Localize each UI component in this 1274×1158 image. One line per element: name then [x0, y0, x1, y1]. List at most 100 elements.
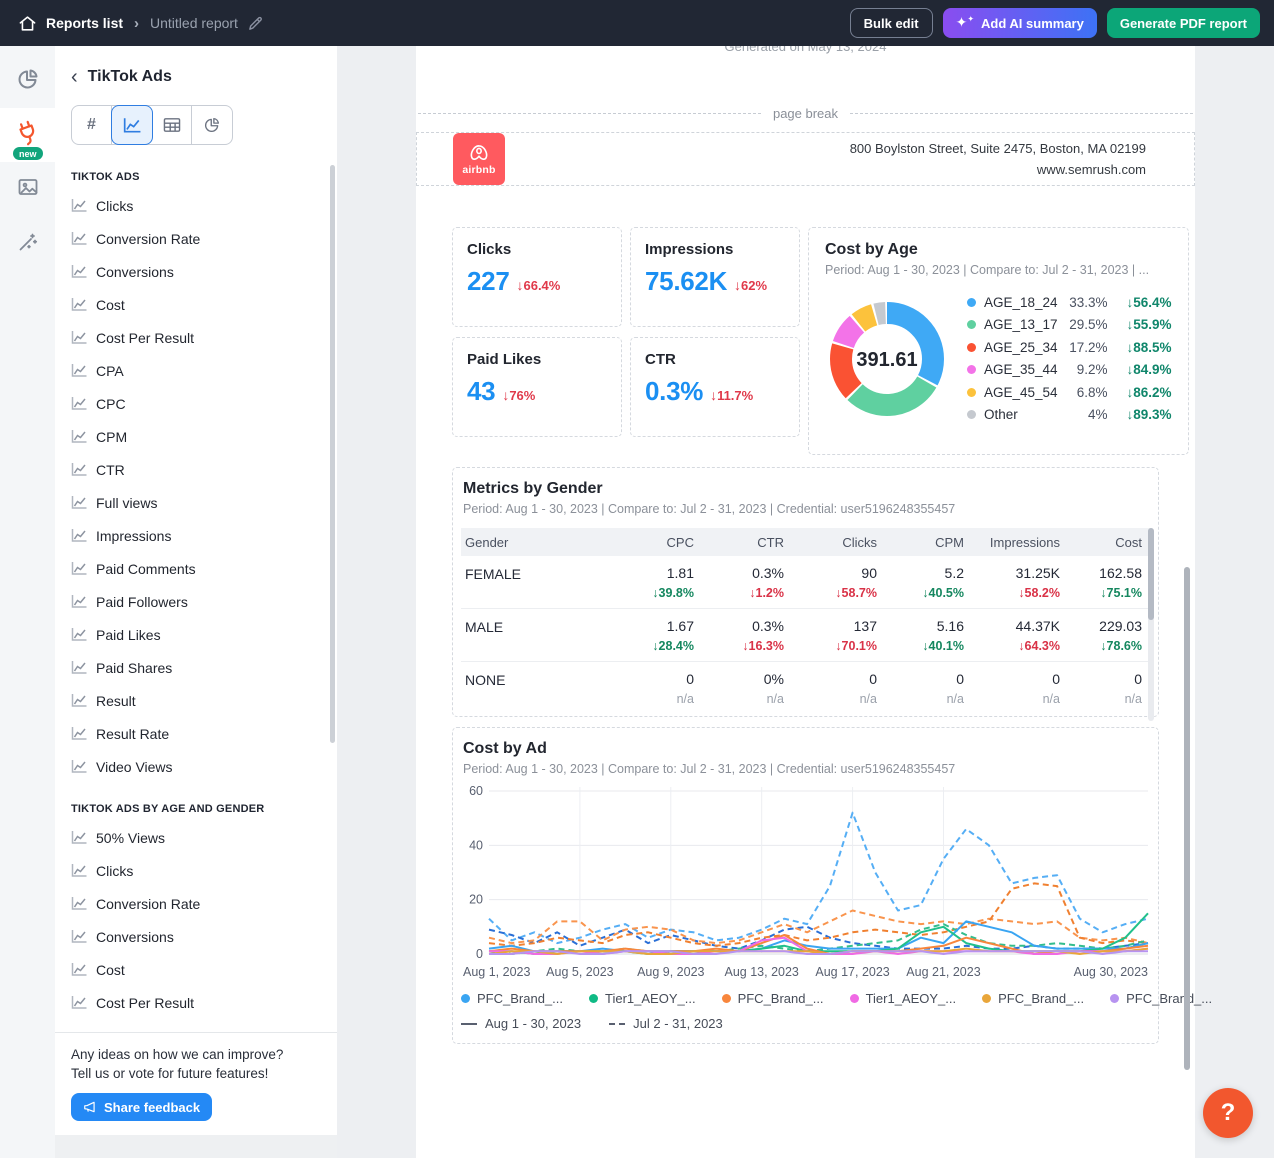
sidebar-item-clicks[interactable]: Clicks — [71, 854, 337, 887]
sidebar-item-video-views[interactable]: Video Views — [71, 750, 337, 783]
bulk-edit-button[interactable]: Bulk edit — [850, 8, 933, 38]
period-legend-aug-1-30-2023[interactable]: Aug 1 - 30, 2023 — [461, 1016, 581, 1031]
column-header-gender[interactable]: Gender — [461, 535, 611, 550]
legend-item-pfc-brand[interactable]: PFC_Brand_... — [722, 991, 824, 1006]
column-header-cpm[interactable]: CPM — [883, 535, 970, 550]
widget-type-toggle: # — [71, 105, 233, 145]
sidebar-item-cpc[interactable]: CPC — [71, 387, 337, 420]
sidebar-item-conversion-rate[interactable]: Conversion Rate — [71, 222, 337, 255]
rail-item-analytics[interactable] — [0, 54, 55, 108]
sidebar-item-cost-per-result[interactable]: Cost Per Result — [71, 986, 337, 1019]
x-label-aug-1-2023: Aug 1, 2023 — [463, 965, 530, 979]
donut-legend-row-age-35-44: AGE_35_449.2%↓84.9% — [967, 359, 1172, 382]
y-tick-label: 20 — [469, 893, 483, 907]
cost-by-ad-widget[interactable]: Cost by Ad Period: Aug 1 - 30, 2023 | Co… — [452, 727, 1159, 1044]
chart-line-icon — [71, 627, 87, 642]
y-tick-label: 60 — [469, 784, 483, 798]
table-scrollbar[interactable] — [1148, 528, 1154, 721]
legend-item-pfc-brand[interactable]: PFC_Brand_... — [1110, 991, 1212, 1006]
kpi-widget-ctr[interactable]: CTR0.3%↓11.7% — [630, 337, 800, 437]
column-header-impressions[interactable]: Impressions — [970, 535, 1066, 550]
cost-by-age-widget[interactable]: Cost by Age Period: Aug 1 - 30, 2023 | C… — [808, 227, 1189, 455]
airbnb-logo: airbnb — [453, 133, 505, 185]
sidebar-item-clicks[interactable]: Clicks — [71, 189, 337, 222]
sidebar-item-result[interactable]: Result — [71, 684, 337, 717]
cell-change: ↓39.8% — [617, 586, 694, 600]
main-scrollbar[interactable] — [1184, 567, 1190, 1070]
column-header-clicks[interactable]: Clicks — [790, 535, 883, 550]
sidebar-item-impressions[interactable]: Impressions — [71, 519, 337, 552]
sidebar-item-full-views[interactable]: Full views — [71, 486, 337, 519]
sidebar-item-result-rate[interactable]: Result Rate — [71, 717, 337, 750]
company-website: www.semrush.com — [850, 159, 1146, 180]
sidebar-item-paid-comments[interactable]: Paid Comments — [71, 552, 337, 585]
sidebar-scrollbar[interactable] — [330, 165, 335, 743]
sidebar-item-ctr[interactable]: CTR — [71, 453, 337, 486]
sidebar-item-cost[interactable]: Cost — [71, 288, 337, 321]
toggle-line-chart-widget[interactable] — [111, 105, 153, 145]
period-legend-jul-2-31-2023[interactable]: Jul 2 - 31, 2023 — [609, 1016, 723, 1031]
pie-chart-icon — [16, 67, 40, 96]
edit-title-icon[interactable] — [247, 15, 264, 32]
sidebar-item-conversions[interactable]: Conversions — [71, 920, 337, 953]
sidebar-item-cpa[interactable]: CPA — [71, 354, 337, 387]
legend-item-tier1-aeoy[interactable]: Tier1_AEOY_... — [850, 991, 957, 1006]
help-button[interactable]: ? — [1203, 1088, 1253, 1138]
sidebar-item-label: Video Views — [96, 759, 173, 775]
rail-item-images[interactable] — [0, 162, 55, 216]
toggle-number-widget[interactable]: # — [72, 106, 112, 144]
sidebar-item-label: CPM — [96, 429, 127, 445]
breadcrumb-reports-list[interactable]: Reports list — [46, 15, 123, 31]
sidebar-item-conversion-rate[interactable]: Conversion Rate — [71, 887, 337, 920]
toggle-table-widget[interactable] — [152, 106, 192, 144]
report-title[interactable]: Untitled report — [150, 15, 238, 31]
arrow-down-icon: ↓ — [516, 277, 523, 293]
period-legend: Aug 1 - 30, 2023 Jul 2 - 31, 2023 — [461, 1016, 1150, 1031]
table-row-female[interactable]: FEMALE1.81↓39.8%0.3%↓1.2%90↓58.7%5.2↓40.… — [461, 556, 1150, 609]
toggle-pie-chart-widget[interactable] — [192, 106, 232, 144]
kpi-widget-impressions[interactable]: Impressions75.62K↓62% — [630, 227, 800, 327]
rail-item-integrations[interactable]: new — [0, 108, 55, 162]
back-icon[interactable]: ‹ — [71, 69, 78, 85]
sidebar-item-cpm[interactable]: CPM — [71, 420, 337, 453]
sidebar-item-paid-followers[interactable]: Paid Followers — [71, 585, 337, 618]
legend-item-pfc-brand[interactable]: PFC_Brand_... — [461, 991, 563, 1006]
cell-value: 0 — [796, 671, 877, 687]
home-icon[interactable] — [18, 14, 37, 33]
share-feedback-button[interactable]: Share feedback — [71, 1093, 212, 1121]
table-row-none[interactable]: NONE0n/a0%n/a0n/a0n/a0n/a0n/a — [461, 662, 1150, 714]
column-header-ctr[interactable]: CTR — [700, 535, 790, 550]
legend-percent: 9.2% — [1058, 362, 1108, 377]
rail-item-tools[interactable] — [0, 216, 55, 270]
sidebar-item-label: Conversion Rate — [96, 896, 200, 912]
cell-change: n/a — [617, 692, 694, 706]
legend-item-tier1-aeoy[interactable]: Tier1_AEOY_... — [589, 991, 696, 1006]
chart-line-icon — [71, 594, 87, 609]
sidebar-item-cost[interactable]: Cost — [71, 953, 337, 986]
generate-pdf-button[interactable]: Generate PDF report — [1107, 8, 1260, 38]
report-canvas[interactable]: Generated on May 13, 2024 page break air… — [337, 46, 1274, 1158]
report-header-widget[interactable]: airbnb 800 Boylston Street, Suite 2475, … — [416, 132, 1195, 186]
sidebar-item-label: Paid Followers — [96, 594, 188, 610]
sidebar-item-cost-per-result[interactable]: Cost Per Result — [71, 321, 337, 354]
arrow-down-icon: ↓ — [1100, 639, 1106, 653]
kpi-widget-paid-likes[interactable]: Paid Likes43↓76% — [452, 337, 622, 437]
sidebar-item-50-views[interactable]: 50% Views — [71, 821, 337, 854]
x-label-aug-17-2023: Aug 17, 2023 — [815, 965, 889, 979]
add-ai-summary-button[interactable]: ✦✦ Add AI summary — [943, 8, 1097, 38]
sidebar-item-paid-likes[interactable]: Paid Likes — [71, 618, 337, 651]
chevron-right-icon: › — [132, 15, 141, 32]
metrics-by-gender-widget[interactable]: Metrics by Gender Period: Aug 1 - 30, 20… — [452, 467, 1159, 717]
cell-value: 0 — [617, 671, 694, 687]
legend-item-pfc-brand[interactable]: PFC_Brand_... — [982, 991, 1084, 1006]
kpi-widget-clicks[interactable]: Clicks227↓66.4% — [452, 227, 622, 327]
table-row-male[interactable]: MALE1.67↓28.4%0.3%↓16.3%137↓70.1%5.16↓40… — [461, 609, 1150, 662]
sidebar-item-paid-shares[interactable]: Paid Shares — [71, 651, 337, 684]
app-window: Reports list › Untitled report Bulk edit… — [0, 0, 1274, 1158]
column-header-cpc[interactable]: CPC — [611, 535, 700, 550]
metric-cell: 5.2↓40.5% — [883, 565, 970, 600]
sidebar-item-conversions[interactable]: Conversions — [71, 255, 337, 288]
column-header-cost[interactable]: Cost — [1066, 535, 1148, 550]
legend-dot — [982, 994, 991, 1003]
legend-percent: 6.8% — [1058, 385, 1108, 400]
